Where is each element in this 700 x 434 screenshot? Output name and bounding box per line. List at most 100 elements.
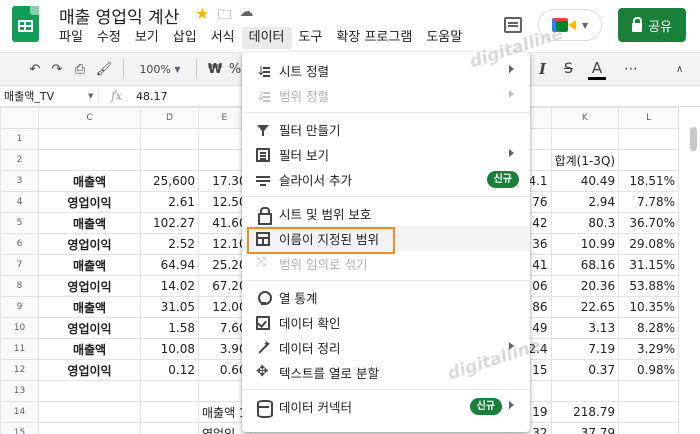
row-header[interactable]: 11: [0, 338, 39, 360]
cell-k[interactable]: 218.79: [550, 401, 620, 423]
cell-l[interactable]: 0.98%: [618, 359, 680, 381]
row-header[interactable]: 4: [0, 191, 39, 213]
menu-item-column-stats[interactable]: 열 통계: [242, 285, 530, 310]
name-box[interactable]: 매출액_TV: [0, 88, 88, 104]
cell-k[interactable]: 68.16: [550, 254, 620, 276]
cell-c[interactable]: 매출액: [38, 212, 141, 234]
menu-edit[interactable]: 수정: [90, 27, 128, 49]
cell-l[interactable]: 36.70%: [618, 212, 680, 234]
row-header[interactable]: 10: [0, 317, 39, 339]
cell-l[interactable]: 3.29%: [618, 338, 680, 360]
menu-item-protect-sheets[interactable]: 시트 및 범위 보호: [242, 201, 530, 226]
cell-d[interactable]: 64.94: [140, 254, 199, 276]
cell-d[interactable]: 2.52: [140, 233, 199, 255]
cell-c[interactable]: 영업이익: [38, 275, 141, 297]
column-header-d[interactable]: D: [140, 107, 199, 129]
cell-c[interactable]: [38, 401, 141, 423]
meet-button[interactable]: ▼: [538, 9, 603, 41]
cell-k[interactable]: 80.3: [550, 212, 620, 234]
zoom-select[interactable]: 100% ▼: [131, 57, 189, 81]
cell-c[interactable]: 매출액: [38, 296, 141, 318]
menu-item-data-validation[interactable]: 데이터 확인: [242, 310, 530, 335]
menu-item-split-text[interactable]: 텍스트를 열로 분할: [242, 360, 530, 385]
formula-input[interactable]: 48.17: [134, 90, 168, 103]
paint-format-icon[interactable]: 🖌: [92, 57, 116, 81]
cell-d[interactable]: 2.61: [140, 191, 199, 213]
cell-d[interactable]: [140, 422, 199, 434]
cell-k[interactable]: 합계(1-3Q): [550, 149, 620, 171]
column-header-c[interactable]: C: [38, 107, 141, 129]
comment-history-icon[interactable]: [504, 17, 523, 33]
row-header[interactable]: 8: [0, 275, 39, 297]
cell-d[interactable]: 10.08: [140, 338, 199, 360]
row-header[interactable]: 15: [0, 422, 39, 434]
cell-l[interactable]: [618, 401, 680, 423]
sheets-logo-icon[interactable]: [12, 6, 39, 42]
menu-item-sort-sheet[interactable]: 시트 정렬: [242, 58, 530, 83]
cell-l[interactable]: 10.35%: [618, 296, 680, 318]
menu-help[interactable]: 도움말: [419, 27, 469, 49]
move-folder-icon[interactable]: 🗀: [217, 4, 231, 28]
share-button[interactable]: 공유: [618, 8, 686, 42]
cell-d[interactable]: 14.02: [140, 275, 199, 297]
menu-format[interactable]: 서식: [204, 27, 242, 49]
cell-k[interactable]: 40.49: [550, 170, 620, 192]
row-header[interactable]: 2: [0, 149, 39, 171]
cell-l[interactable]: 8.28%: [618, 317, 680, 339]
column-header-k[interactable]: K: [550, 107, 620, 129]
cell-l[interactable]: 53.88%: [618, 275, 680, 297]
cell-c[interactable]: 영업이익: [38, 191, 141, 213]
cell-k[interactable]: 37.79: [550, 422, 620, 434]
cell-k[interactable]: [550, 380, 620, 402]
cell-d[interactable]: 102.27: [140, 212, 199, 234]
cell-l[interactable]: [618, 380, 680, 402]
menu-item-create-filter[interactable]: 필터 만들기: [242, 117, 530, 142]
cell-d[interactable]: 25,600: [140, 170, 199, 192]
star-icon[interactable]: ★: [195, 4, 209, 28]
cell-k[interactable]: 20.36: [550, 275, 620, 297]
menu-insert[interactable]: 삽입: [166, 27, 204, 49]
cell-k[interactable]: 7.19: [550, 338, 620, 360]
cloud-status-icon[interactable]: ☁: [239, 4, 253, 28]
row-header[interactable]: 5: [0, 212, 39, 234]
cell-d[interactable]: 1.58: [140, 317, 199, 339]
cell-c[interactable]: [38, 380, 141, 402]
menu-file[interactable]: 파일: [52, 27, 90, 49]
menu-item-data-connectors[interactable]: 데이터 커넥터 신규: [242, 394, 530, 419]
cell-c[interactable]: [38, 149, 141, 171]
menu-data[interactable]: 데이터: [241, 27, 292, 49]
cell-d[interactable]: [140, 380, 199, 402]
select-all-corner[interactable]: [0, 107, 39, 129]
text-color-button[interactable]: A: [588, 58, 606, 80]
cell-c[interactable]: 매출액: [38, 338, 141, 360]
cell-c[interactable]: 영업이익: [38, 317, 141, 339]
row-header[interactable]: 6: [0, 233, 39, 255]
collapse-toolbar-icon[interactable]: ∧: [676, 57, 683, 81]
cell-c[interactable]: [38, 128, 141, 150]
row-header[interactable]: 3: [0, 170, 39, 192]
menu-item-data-cleanup[interactable]: 데이터 정리: [242, 335, 530, 360]
cell-l[interactable]: 29.08%: [618, 233, 680, 255]
cell-c[interactable]: 매출액: [38, 170, 141, 192]
cell-d[interactable]: [140, 128, 199, 150]
cell-d[interactable]: [140, 149, 199, 171]
cell-k[interactable]: [550, 128, 620, 150]
print-icon[interactable]: ⎙: [68, 57, 92, 81]
cell-l[interactable]: [618, 128, 680, 150]
menu-item-add-slicer[interactable]: 슬라이서 추가 신규: [242, 167, 530, 192]
strikethrough-button[interactable]: S: [564, 57, 573, 81]
cell-l[interactable]: 31.15%: [618, 254, 680, 276]
cell-c[interactable]: 영업이익: [38, 233, 141, 255]
cell-l[interactable]: 18.51%: [618, 170, 680, 192]
row-header[interactable]: 14: [0, 401, 39, 423]
column-header-l[interactable]: L: [618, 107, 680, 129]
cell-l[interactable]: [618, 422, 680, 434]
menu-view[interactable]: 보기: [128, 27, 166, 49]
more-options-icon[interactable]: ⋯: [624, 57, 639, 81]
cell-l[interactable]: [618, 149, 680, 171]
cell-k[interactable]: 0.37: [550, 359, 620, 381]
cell-d[interactable]: 0.12: [140, 359, 199, 381]
italic-button[interactable]: I: [539, 57, 546, 81]
undo-icon[interactable]: ↶: [24, 57, 46, 81]
cell-c[interactable]: 매출액: [38, 254, 141, 276]
